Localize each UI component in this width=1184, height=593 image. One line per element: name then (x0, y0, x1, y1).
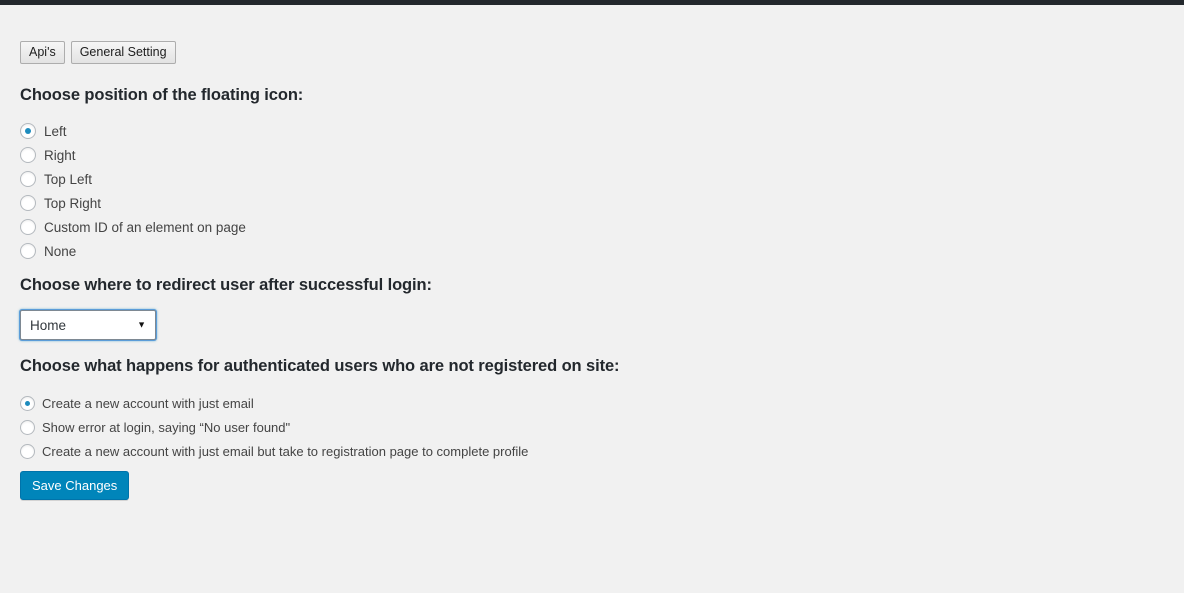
radio-label-show-error[interactable]: Show error at login, saying “No user fou… (42, 420, 290, 435)
radio-icon-right[interactable] (20, 147, 36, 163)
radio-option-none[interactable]: None (20, 239, 246, 263)
unregistered-users-heading: Choose what happens for authenticated us… (20, 357, 620, 375)
radio-option-right[interactable]: Right (20, 143, 246, 167)
radio-option-custom-id[interactable]: Custom ID of an element on page (20, 215, 246, 239)
floating-icon-position-radio-group: Left Right Top Left Top Right Custom ID … (20, 119, 246, 263)
radio-icon-show-error[interactable] (20, 419, 35, 435)
tab-apis[interactable]: Api's (20, 41, 65, 64)
save-changes-button[interactable]: Save Changes (20, 471, 130, 500)
radio-icon-none[interactable] (20, 243, 36, 259)
radio-icon-custom-id[interactable] (20, 219, 36, 235)
radio-icon-create-account-registration[interactable] (20, 443, 35, 459)
radio-label-none[interactable]: None (44, 244, 76, 259)
settings-tab-bar: Api's General Setting (20, 41, 176, 64)
radio-label-custom-id[interactable]: Custom ID of an element on page (44, 220, 246, 235)
radio-option-show-error[interactable]: Show error at login, saying “No user fou… (20, 415, 528, 439)
radio-option-create-account[interactable]: Create a new account with just email (20, 391, 528, 415)
radio-icon-top-left[interactable] (20, 171, 36, 187)
redirect-select-value: Home (30, 317, 67, 333)
radio-label-create-account-registration[interactable]: Create a new account with just email but… (42, 444, 528, 459)
redirect-select[interactable]: Home ▼ (20, 310, 156, 340)
floating-icon-position-heading: Choose position of the floating icon: (20, 86, 304, 104)
radio-label-left[interactable]: Left (44, 124, 67, 139)
chevron-down-icon: ▼ (137, 319, 146, 330)
settings-page: Api's General Setting Choose position of… (0, 5, 1184, 593)
radio-icon-create-account[interactable] (20, 395, 35, 411)
tab-general-setting[interactable]: General Setting (70, 41, 176, 64)
redirect-heading: Choose where to redirect user after succ… (20, 276, 432, 294)
radio-label-right[interactable]: Right (44, 148, 76, 163)
redirect-select-wrapper: Home ▼ (20, 310, 156, 340)
radio-label-create-account[interactable]: Create a new account with just email (42, 396, 254, 411)
radio-icon-left[interactable] (20, 123, 36, 139)
radio-option-left[interactable]: Left (20, 119, 246, 143)
radio-label-top-left[interactable]: Top Left (44, 172, 92, 187)
radio-label-top-right[interactable]: Top Right (44, 196, 101, 211)
radio-option-top-left[interactable]: Top Left (20, 167, 246, 191)
unregistered-users-radio-group: Create a new account with just email Sho… (20, 391, 528, 463)
radio-option-create-account-registration[interactable]: Create a new account with just email but… (20, 439, 528, 463)
radio-option-top-right[interactable]: Top Right (20, 191, 246, 215)
radio-icon-top-right[interactable] (20, 195, 36, 211)
